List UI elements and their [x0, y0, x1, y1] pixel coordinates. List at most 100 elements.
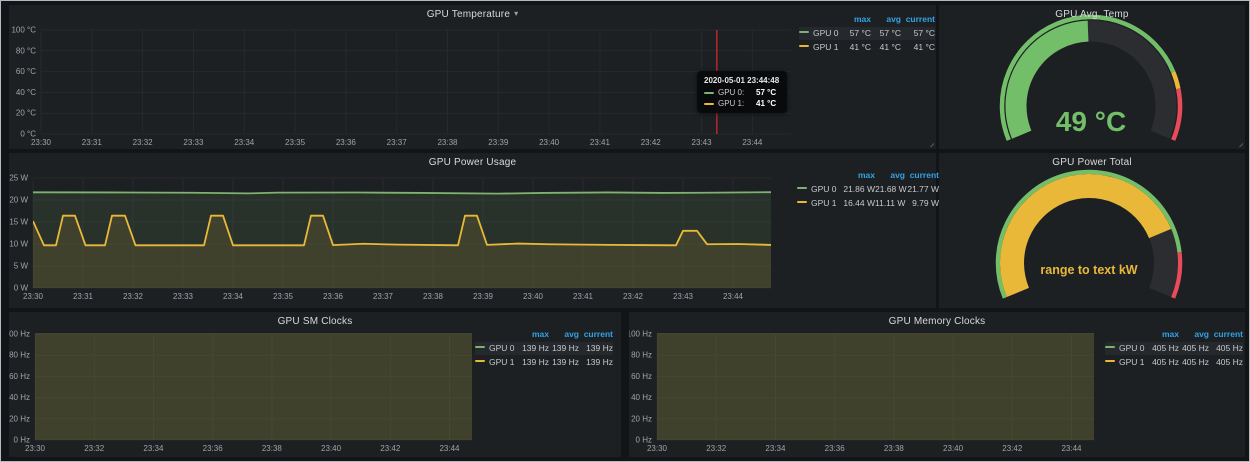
panel-gpu-power-usage: GPU Power Usage 0 W5 W10 W15 W20 W25 W23… — [9, 153, 936, 308]
chart-series — [657, 312, 1094, 440]
panel-title-gpu-sm-clocks[interactable]: GPU SM Clocks — [9, 312, 621, 327]
legend-value: 21.68 W — [875, 183, 905, 196]
y-axis-tick-label: 20 Hz — [631, 414, 652, 423]
x-axis-tick-label: 23:44 — [439, 444, 460, 453]
x-axis-tick-label: 23:30 — [31, 138, 52, 147]
panel-title-gpu-avg-temp[interactable]: GPU Avg. Temp — [939, 5, 1245, 20]
series-color-dash-icon — [475, 360, 485, 362]
x-axis-tick-label: 23:40 — [523, 292, 544, 301]
x-axis-tick-label: 23:32 — [706, 444, 727, 453]
chart-svg: 0 °C20 °C40 °C60 °C80 °C100 °C23:3023:31… — [9, 5, 936, 149]
series-color-dash-icon — [799, 45, 809, 47]
legend-value: 139 Hz — [579, 342, 613, 355]
series-color-dash-icon — [475, 346, 485, 348]
tooltip-series-row: GPU 1:41 °C — [704, 99, 779, 108]
x-axis-tick-label: 23:38 — [423, 292, 444, 301]
x-axis-tick-label: 23:44 — [1061, 444, 1082, 453]
x-axis-tick-label: 23:42 — [641, 138, 662, 147]
chart-series — [33, 192, 771, 288]
legend-header-row: maxavgcurrent — [475, 328, 613, 341]
panel-gpu-power-total: GPU Power Total range to text kW — [939, 153, 1245, 308]
legend-series-toggle[interactable]: GPU 0 — [797, 183, 835, 196]
legend-header-max[interactable]: max — [1143, 328, 1179, 341]
legend-header-avg[interactable]: avg — [549, 328, 579, 341]
y-axis-tick-label: 60 Hz — [9, 372, 30, 381]
x-axis-tick-label: 23:35 — [273, 292, 294, 301]
legend-header-avg[interactable]: avg — [875, 169, 905, 182]
legend-value: 16.44 W — [835, 197, 875, 210]
legend-row: GPU 141 °C41 °C41 °C — [799, 41, 935, 54]
x-axis-tick-label: 23:38 — [437, 138, 458, 147]
tooltip-series-name: GPU 0: — [718, 88, 750, 97]
legend-value: 139 Hz — [549, 342, 579, 355]
gpu-temperature-chart[interactable]: 0 °C20 °C40 °C60 °C80 °C100 °C23:3023:31… — [9, 5, 936, 149]
legend-value: 405 Hz — [1143, 342, 1179, 355]
gpu-power-total-gauge[interactable] — [939, 153, 1245, 308]
x-axis-tick-label: 23:39 — [488, 138, 509, 147]
legend-header-row: maxavgcurrent — [797, 169, 933, 182]
y-axis-tick-label: 40 Hz — [9, 393, 30, 402]
legend-value: 41 °C — [871, 41, 901, 54]
panel-gpu-memory-clocks: GPU Memory Clocks 0 Hz20 Hz40 Hz60 Hz80 … — [629, 312, 1245, 457]
x-axis-tick-label: 23:32 — [123, 292, 144, 301]
chart-series — [35, 312, 472, 440]
caret-down-icon: ▾ — [514, 9, 518, 18]
legend-value: 57 °C — [837, 27, 871, 40]
series-color-dash-icon — [797, 201, 807, 203]
graph-tooltip: 2020-05-01 23:44:48 GPU 0: 57 °C GPU 1:41 °… — [697, 71, 787, 113]
series-color-dash-icon — [704, 103, 714, 105]
x-axis-tick-label: 23:44 — [742, 138, 763, 147]
legend-row: GPU 0139 Hz139 Hz139 Hz — [475, 342, 613, 355]
x-axis-tick-label: 23:42 — [623, 292, 644, 301]
legend-header-current[interactable]: current — [1209, 328, 1243, 341]
legend-series-toggle[interactable]: GPU 0 — [799, 27, 837, 40]
y-axis-tick-label: 100 °C — [11, 26, 36, 35]
gauge-value-text: 49 °C — [1056, 106, 1126, 138]
legend-value: 405 Hz — [1179, 342, 1209, 355]
legend-value: 139 Hz — [513, 356, 549, 369]
panel-title-text: GPU Memory Clocks — [889, 316, 986, 327]
legend-header-current[interactable]: current — [905, 169, 939, 182]
panel-title-text: GPU SM Clocks — [278, 316, 353, 327]
x-axis-tick-label: 23:32 — [84, 444, 105, 453]
panel-title-gpu-power-total[interactable]: GPU Power Total — [939, 153, 1245, 168]
y-axis-tick-label: 20 °C — [16, 109, 36, 118]
legend-series-toggle[interactable]: GPU 1 — [1105, 356, 1143, 369]
x-axis-tick-label: 23:40 — [943, 444, 964, 453]
panel-gpu-temperature: GPU Temperature▾ 0 °C20 °C40 °C60 °C80 °… — [9, 5, 936, 149]
legend-series-toggle[interactable]: GPU 1 — [475, 356, 513, 369]
panel-gpu-sm-clocks: GPU SM Clocks 0 Hz20 Hz40 Hz60 Hz80 Hz10… — [9, 312, 621, 457]
panel-title-gpu-temperature[interactable]: GPU Temperature▾ — [9, 5, 936, 20]
x-axis-tick-label: 23:39 — [473, 292, 494, 301]
panel-title-gpu-memory-clocks[interactable]: GPU Memory Clocks — [629, 312, 1245, 327]
series-color-dash-icon — [799, 31, 809, 33]
legend-row: GPU 021.86 W21.68 W21.77 W — [797, 183, 933, 196]
legend-header-max[interactable]: max — [835, 169, 875, 182]
legend-header-avg[interactable]: avg — [1179, 328, 1209, 341]
x-axis-tick-label: 23:38 — [262, 444, 283, 453]
y-axis-tick-label: 15 W — [9, 218, 28, 227]
legend-header-max[interactable]: max — [513, 328, 549, 341]
x-axis-tick-label: 23:44 — [723, 292, 744, 301]
legend-series-toggle[interactable]: GPU 0 — [1105, 342, 1143, 355]
grafana-dashboard: GPU Temperature▾ 0 °C20 °C40 °C60 °C80 °… — [0, 0, 1250, 462]
tooltip-time: 2020-05-01 23:44:48 — [704, 76, 779, 85]
x-axis-tick-label: 23:34 — [223, 292, 244, 301]
gauge-value-text: range to text kW — [1040, 263, 1137, 277]
x-axis-tick-label: 23:33 — [173, 292, 194, 301]
x-axis-tick-label: 23:30 — [647, 444, 668, 453]
legend-value: 11.11 W — [875, 197, 905, 210]
tooltip-series-value: 57 °C — [756, 88, 776, 97]
x-axis-tick-label: 23:36 — [203, 444, 224, 453]
legend-series-toggle[interactable]: GPU 0 — [475, 342, 513, 355]
legend-value: 405 Hz — [1143, 356, 1179, 369]
legend-header-current[interactable]: current — [579, 328, 613, 341]
legend-series-toggle[interactable]: GPU 1 — [799, 41, 837, 54]
x-axis-tick-label: 23:31 — [82, 138, 103, 147]
series-color-dash-icon — [797, 187, 807, 189]
x-axis-tick-label: 23:36 — [336, 138, 357, 147]
x-axis-tick-label: 23:36 — [825, 444, 846, 453]
panel-title-gpu-power-usage[interactable]: GPU Power Usage — [9, 153, 936, 168]
legend-series-toggle[interactable]: GPU 1 — [797, 197, 835, 210]
x-axis-tick-label: 23:43 — [673, 292, 694, 301]
